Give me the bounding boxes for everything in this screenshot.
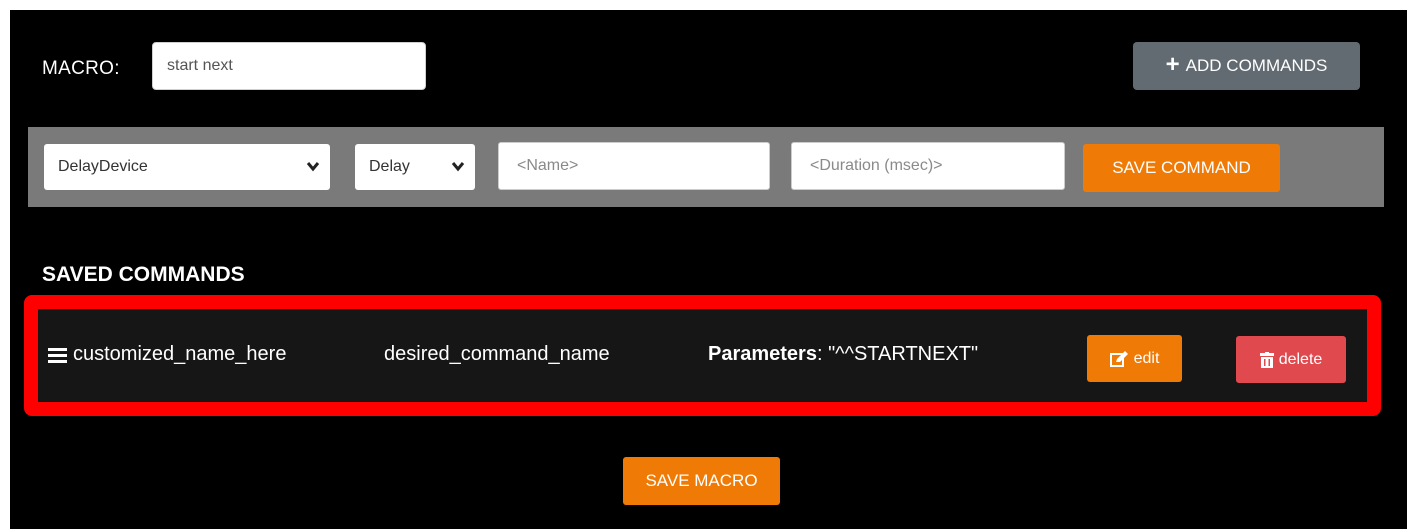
parameters-value: : "^^STARTNEXT" <box>816 343 979 365</box>
saved-command-type: desired_command_name <box>384 343 610 365</box>
chevron-down-icon <box>306 162 320 172</box>
command-select[interactable]: Delay <box>355 144 475 190</box>
device-select[interactable]: DelayDevice <box>44 144 330 190</box>
saved-command-row[interactable]: customized_name_here desired_command_nam… <box>38 309 1367 402</box>
edit-icon <box>1109 350 1128 367</box>
plus-icon: + <box>1165 51 1180 78</box>
macro-editor-panel: MACRO: start next + ADD COMMANDS DelayDe… <box>10 10 1407 529</box>
duration-input[interactable]: <Duration (msec)> <box>791 142 1065 190</box>
edit-label: edit <box>1133 349 1160 367</box>
edit-button[interactable]: edit <box>1087 335 1182 382</box>
device-select-value: DelayDevice <box>58 158 148 175</box>
command-select-value: Delay <box>369 158 410 175</box>
saved-command-name: customized_name_here <box>73 343 287 365</box>
command-builder-bar: DelayDevice Delay <Name> <Duration (msec… <box>28 127 1384 207</box>
delete-button[interactable]: delete <box>1236 336 1346 383</box>
hamburger-icon[interactable] <box>48 348 67 363</box>
delete-label: delete <box>1278 350 1323 368</box>
chevron-down-icon <box>451 162 465 172</box>
save-command-button[interactable]: SAVE COMMAND <box>1083 144 1280 192</box>
command-name-input[interactable]: <Name> <box>498 142 770 190</box>
macro-label: MACRO: <box>42 58 120 79</box>
save-macro-button[interactable]: SAVE MACRO <box>623 457 780 505</box>
macro-name-input[interactable]: start next <box>152 42 426 90</box>
trash-icon <box>1259 351 1274 368</box>
add-commands-button[interactable]: + ADD COMMANDS <box>1133 42 1360 90</box>
parameters-label: Parameters <box>708 343 817 365</box>
saved-commands-heading: SAVED COMMANDS <box>42 263 245 286</box>
saved-command-parameters: Parameters: "^^STARTNEXT" <box>708 343 978 366</box>
add-commands-label: ADD COMMANDS <box>1185 56 1328 75</box>
